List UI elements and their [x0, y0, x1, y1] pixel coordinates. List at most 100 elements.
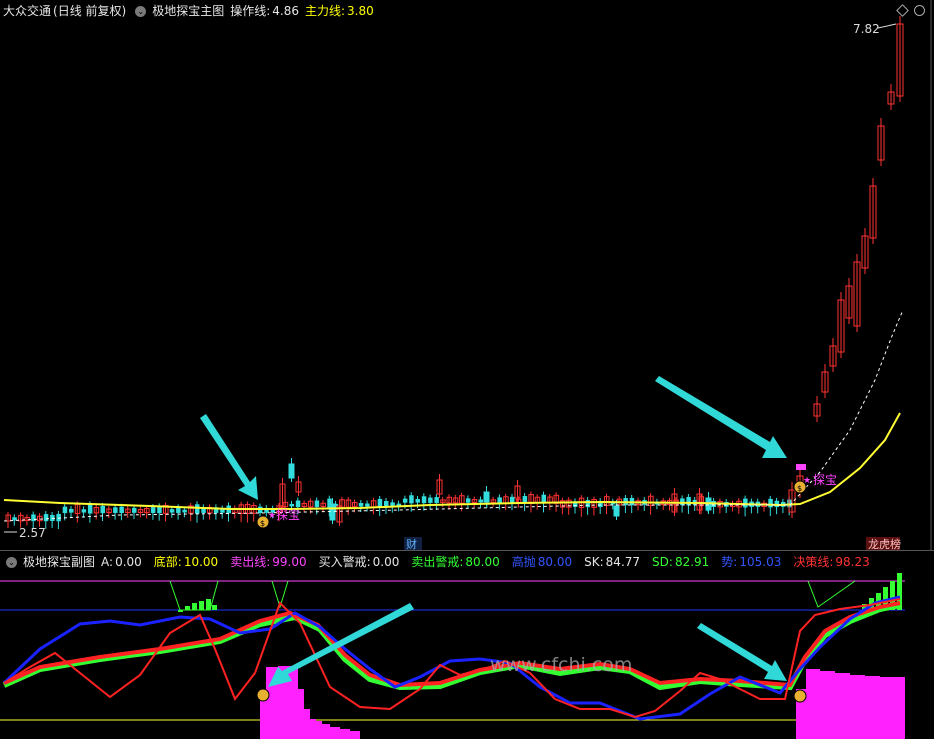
sub-header-item-label: 势:	[721, 555, 738, 569]
trend-blue-line	[2, 595, 901, 721]
candle-body	[288, 463, 295, 479]
candle-body	[680, 498, 685, 506]
sub-indicator-name[interactable]: 极地探宝副图	[23, 555, 95, 569]
decision-red-line	[3, 598, 901, 719]
sub-header-item: 高抛 80.00	[512, 555, 578, 569]
candle-body	[497, 497, 502, 503]
sub-header-item-label: 底部:	[153, 555, 182, 569]
candle-body	[182, 509, 187, 513]
sub-header-item-label: SD:	[652, 555, 673, 569]
sub-header-item-label: 卖出线:	[230, 555, 271, 569]
sub-header-item-value: 105.03	[739, 555, 782, 569]
candle-body	[195, 504, 200, 514]
green-step-line-3	[807, 580, 856, 608]
histogram-bar	[350, 731, 360, 739]
sub-header-item: 决策线: 98.23	[793, 555, 875, 569]
candle-body	[465, 498, 471, 503]
sub-indicator-menu-icon[interactable]: ⌄	[6, 557, 17, 568]
candle-body	[113, 507, 118, 513]
candle-body	[62, 506, 68, 514]
histogram-bar	[850, 675, 865, 739]
price-high-label: 7.82	[853, 22, 880, 36]
histogram-bar	[310, 719, 316, 739]
sub-header-item: 底部: 10.00	[154, 555, 224, 569]
candle-body	[295, 500, 301, 508]
candle-body	[289, 503, 294, 507]
panel-separator	[0, 550, 934, 551]
svg-text:$: $	[260, 519, 265, 528]
candle-body	[314, 500, 320, 508]
treasure-label-right: 探宝	[813, 473, 837, 487]
candle-body	[329, 503, 336, 521]
histogram-bar	[322, 724, 330, 739]
candle-body	[176, 507, 181, 513]
sub-header-item-label: 卖出警戒:	[411, 555, 464, 569]
histogram-bar	[304, 709, 310, 739]
candle-body	[56, 513, 61, 522]
coin-signal-left: $ 探宝 ★	[256, 508, 300, 529]
star-icon: ★	[268, 511, 276, 521]
candle-body	[421, 496, 427, 504]
histogram-bar	[340, 729, 350, 739]
candle-body	[434, 497, 439, 503]
candle-body	[87, 504, 93, 514]
svg-text:$: $	[797, 484, 802, 493]
candle-body	[743, 498, 748, 508]
sub-header-item-value: 10.00	[183, 555, 219, 569]
candle-body	[132, 507, 137, 513]
sub-indicator-chart[interactable]: www.cfchi.com	[0, 569, 934, 739]
candle-body	[613, 505, 620, 517]
sub-header-item: 买入警戒: 0.00	[319, 555, 406, 569]
histogram-bar	[298, 689, 304, 739]
signal-bar	[192, 603, 197, 610]
candle-body	[100, 505, 105, 514]
main-force-line	[3, 412, 901, 510]
main-price-chart[interactable]: 7.82 2.57 $ 探宝 ★ $ ★ 探宝 财 龙虎榜	[0, 0, 934, 550]
candle-body	[69, 508, 74, 513]
sub-header-item-value: 84.77	[605, 555, 641, 569]
candle-body	[81, 509, 87, 513]
candle-body	[483, 491, 490, 503]
sk-red-band	[3, 601, 901, 688]
sub-header-item: SK: 84.77	[584, 555, 646, 569]
sub-header-item: SD: 82.91	[652, 555, 715, 569]
sub-header-item-label: A:	[101, 555, 114, 569]
sub-header-item-value: 99.00	[272, 555, 307, 569]
candle-body	[365, 503, 370, 507]
signal-bar	[185, 606, 190, 610]
sub-header-item-value: 98.23	[835, 555, 870, 569]
sub-header-item-value: 80.00	[537, 555, 573, 569]
candle-body	[402, 498, 408, 503]
candle-body	[358, 502, 364, 507]
sub-header-item-value: 0.00	[372, 555, 400, 569]
sub-header-item-label: 高抛	[511, 555, 536, 569]
green-signal-bars	[178, 573, 902, 612]
sub-arrow-right	[697, 623, 787, 681]
money-bag-icon	[793, 689, 807, 703]
candle-body	[686, 497, 691, 506]
histogram-bar	[292, 667, 298, 739]
candle-body	[119, 506, 124, 514]
histogram-bar	[266, 667, 272, 739]
dashed-guide-line	[3, 309, 904, 522]
candle-body	[169, 509, 175, 513]
signal-bar	[199, 601, 204, 610]
dragon-tiger-badge-text: 龙虎榜	[868, 537, 901, 550]
signal-arrow-right	[655, 376, 787, 458]
sd-green-band	[2, 602, 901, 691]
sub-header-item: 势: 105.03	[721, 555, 787, 569]
histogram-bar	[330, 727, 340, 739]
histogram-bar	[865, 676, 880, 739]
histogram-bar	[316, 721, 322, 739]
candle-body	[43, 514, 49, 522]
sub-header-item: 卖出警戒: 80.00	[411, 555, 505, 569]
treasure-label-left: 探宝	[276, 508, 300, 522]
candle-body	[478, 499, 483, 503]
candle-body	[150, 507, 156, 513]
star-icon: ★	[803, 476, 811, 486]
watermark: www.cfchi.com	[490, 654, 632, 676]
signal-bar	[796, 464, 806, 470]
sub-header-item: 卖出线: 99.00	[230, 555, 312, 569]
money-bag-icon	[256, 688, 270, 702]
chart-window: 大众交通 (日线 前复权) ⌄ 极地探宝主图 操作线: 4.86 主力线: 3.80 7.82…	[0, 0, 934, 739]
